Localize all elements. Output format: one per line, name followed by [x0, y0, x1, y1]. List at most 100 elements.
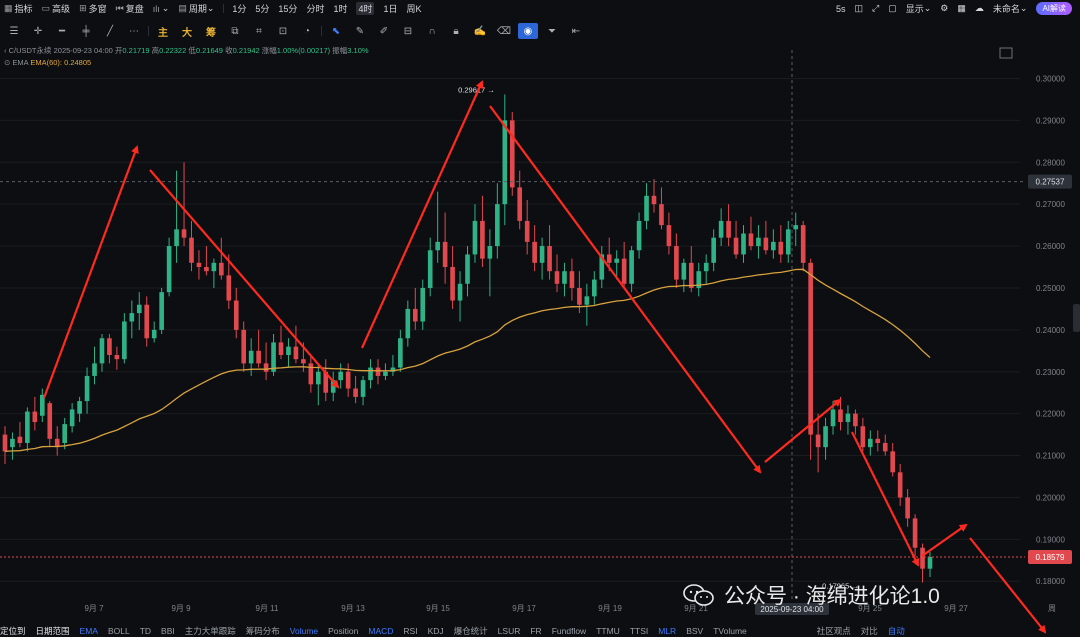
indicator-td[interactable]: TD — [140, 626, 151, 636]
candle-body — [674, 246, 679, 280]
candle-body — [718, 220, 724, 238]
candle-body — [256, 350, 261, 364]
date-range-button[interactable]: 日期范围 — [36, 625, 70, 637]
indicator-chips[interactable]: 筹码分布 — [246, 625, 280, 637]
candle — [256, 329, 261, 368]
candle — [666, 212, 672, 255]
candle-body — [495, 204, 500, 247]
candle-body — [196, 262, 202, 268]
candle-body — [398, 338, 403, 368]
candle — [569, 258, 575, 301]
sub-ttsi[interactable]: TTSI — [630, 626, 648, 636]
wave-arrow — [921, 523, 968, 557]
candle-body — [636, 220, 642, 251]
side-panel-handle[interactable] — [1073, 304, 1080, 332]
wave-arrow — [764, 398, 842, 463]
candle-body — [868, 438, 873, 448]
candle — [756, 225, 761, 259]
candle-body — [621, 258, 627, 284]
wechat-logo-icon — [683, 584, 714, 606]
candle-body — [114, 354, 120, 360]
candlestick-chart[interactable]: 0.30000 0.29000 0.28000 0.27000 0.26000 0.250… — [0, 0, 1080, 637]
indicator-bbi[interactable]: BBI — [161, 626, 175, 636]
candle — [338, 363, 343, 389]
candle — [144, 296, 150, 347]
x-tick-label: 9月 19 — [598, 604, 622, 613]
candle-body — [122, 321, 127, 360]
candle — [345, 363, 351, 397]
locate-button[interactable]: 定位到 — [0, 625, 26, 637]
chart-fullscreen-icon[interactable] — [999, 47, 1013, 59]
candle-body — [629, 250, 634, 284]
sub-bsv[interactable]: BSV — [686, 626, 703, 636]
candle — [219, 237, 224, 280]
candle — [487, 229, 493, 297]
candle-body — [927, 556, 933, 569]
candle — [159, 287, 164, 335]
candle-body — [10, 438, 15, 448]
y-tick-label: 0.22000 — [1036, 410, 1065, 419]
candle-body — [360, 380, 366, 397]
sub-kdj[interactable]: KDJ — [428, 626, 444, 636]
candle-body — [569, 271, 575, 288]
candle — [353, 375, 358, 404]
candle — [509, 111, 515, 196]
candle-body — [375, 367, 381, 376]
candle-body — [32, 411, 38, 423]
candle-body — [711, 237, 716, 263]
candle-body — [487, 246, 493, 259]
candle — [32, 396, 38, 431]
y-tick-label: 0.21000 — [1036, 452, 1065, 461]
indicator-boll[interactable]: BOLL — [108, 626, 130, 636]
candle — [733, 220, 739, 259]
compare-button[interactable]: 对比 — [861, 625, 878, 637]
candle — [815, 413, 821, 473]
community-button[interactable]: 社区观点 — [817, 625, 851, 637]
candle — [174, 170, 179, 263]
candle-body — [875, 438, 881, 443]
candle — [674, 233, 679, 288]
candle-body — [778, 241, 784, 255]
candle-body — [278, 342, 284, 355]
candle-body — [733, 237, 739, 255]
candle-body — [912, 518, 918, 548]
sub-tvolume[interactable]: TVolume — [713, 626, 747, 636]
candle-body — [25, 411, 30, 443]
indicator-big-order[interactable]: 主力大单跟踪 — [185, 625, 236, 637]
candle — [323, 359, 329, 402]
sub-fr[interactable]: FR — [530, 626, 541, 636]
candle-body — [785, 229, 791, 255]
candle — [897, 463, 903, 506]
sub-rsi[interactable]: RSI — [403, 626, 417, 636]
candle — [248, 338, 254, 376]
candle — [450, 246, 455, 309]
candle-body — [62, 424, 67, 443]
sub-lsur[interactable]: LSUR — [498, 626, 521, 636]
candle — [25, 407, 30, 452]
auto-button[interactable]: 自动 — [888, 625, 905, 637]
sub-mlr[interactable]: MLR — [658, 626, 676, 636]
candle — [592, 271, 597, 305]
sub-ttmu[interactable]: TTMU — [596, 626, 620, 636]
sub-position[interactable]: Position — [328, 626, 358, 636]
x-tick-label: 周 — [1048, 604, 1056, 613]
candle — [875, 430, 881, 452]
candle-body — [263, 363, 269, 372]
candle — [308, 354, 314, 393]
candle-body — [233, 300, 239, 330]
x-tick-label: 9月 7 — [84, 604, 104, 613]
candle-body — [741, 233, 746, 255]
sub-liquidation[interactable]: 爆仓统计 — [454, 625, 488, 637]
sub-fundflow[interactable]: Fundflow — [552, 626, 587, 636]
candle-body — [420, 287, 426, 322]
candle-body — [577, 287, 582, 305]
candle — [412, 287, 418, 330]
candle-body — [853, 413, 858, 427]
candle — [562, 262, 567, 297]
candle — [778, 225, 784, 263]
sub-macd[interactable]: MACD — [368, 626, 393, 636]
candle-body — [726, 220, 731, 238]
indicator-ema[interactable]: EMA — [80, 626, 98, 636]
sub-volume[interactable]: Volume — [290, 626, 318, 636]
candle — [808, 258, 813, 460]
